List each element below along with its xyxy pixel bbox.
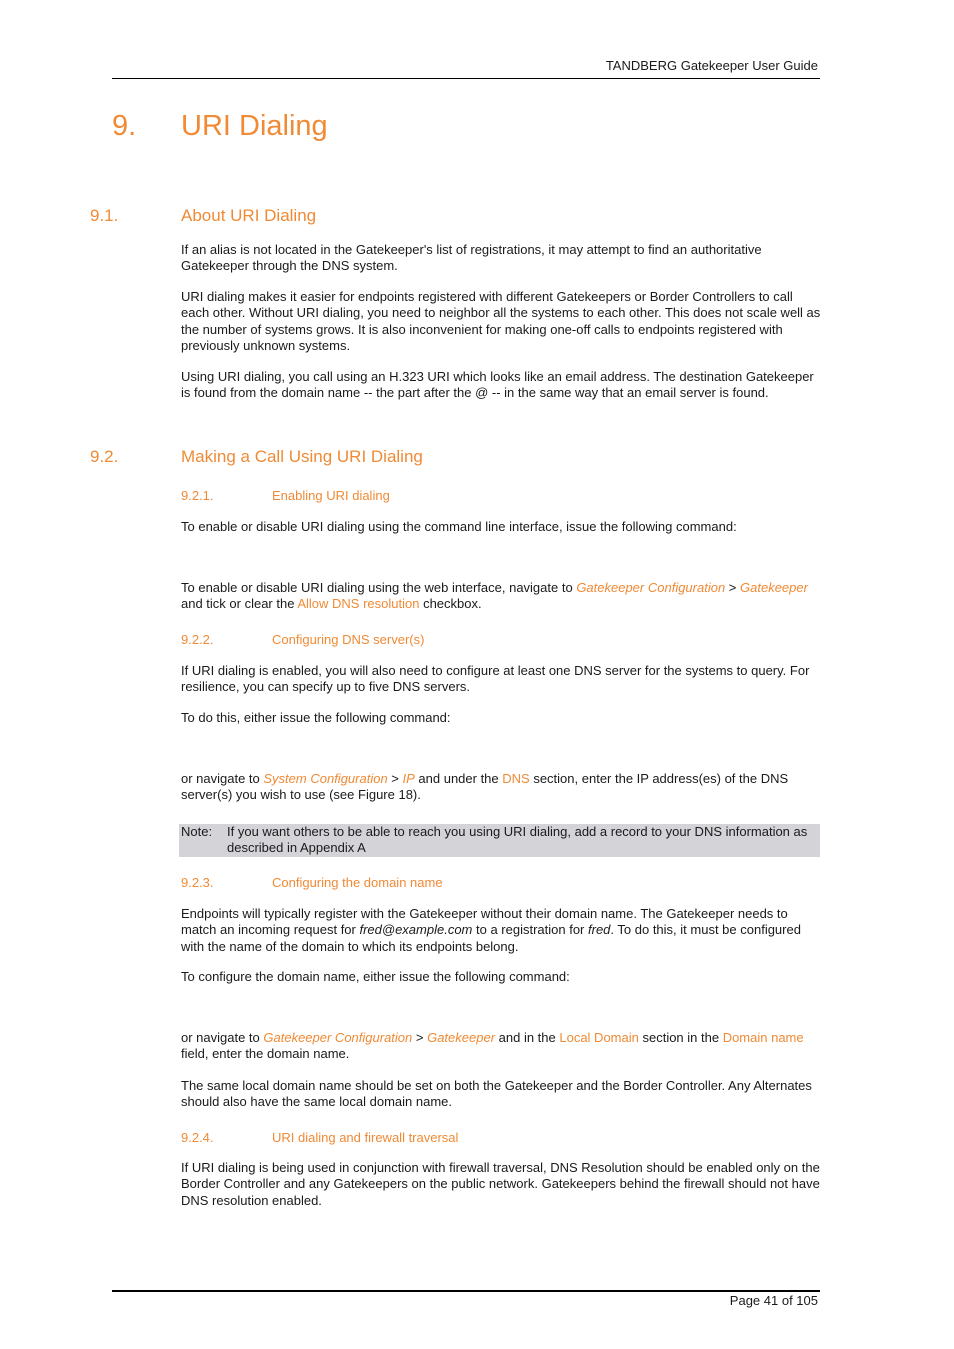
note-text: If you want others to be able to reach y…	[227, 824, 808, 856]
text-run: and under the	[414, 771, 503, 786]
paragraph: Endpoints will typically register with t…	[181, 906, 821, 955]
note-box: Note: If you want others to be able to r…	[179, 824, 820, 857]
paragraph: To enable or disable URI dialing using t…	[181, 519, 737, 534]
emphasis-registration: fred	[588, 922, 611, 938]
paragraph: If an alias is not located in the Gateke…	[181, 242, 762, 274]
subsection-title: URI dialing and firewall traversal	[272, 1130, 459, 1145]
link-gatekeeper[interactable]: Gatekeeper	[740, 580, 808, 595]
subsection-number: 9.2.2.	[181, 632, 214, 647]
subsection-number: 9.2.3.	[181, 875, 214, 890]
link-allow-dns-resolution[interactable]: Allow DNS resolution	[297, 596, 419, 611]
text-run: section in the	[638, 1030, 723, 1045]
subsection-title: Enabling URI dialing	[272, 488, 390, 503]
text-run: checkbox.	[419, 596, 482, 612]
paragraph: URI dialing makes it easier for endpoint…	[181, 289, 821, 354]
paragraph: Using URI dialing, you call using an H.3…	[181, 369, 814, 401]
footer-divider	[112, 1290, 820, 1292]
text-run: to a registration for	[472, 922, 589, 938]
subsection-title: Configuring the domain name	[272, 875, 443, 890]
chapter-number: 9.	[112, 110, 137, 142]
link-gatekeeper[interactable]: Gatekeeper	[427, 1030, 495, 1045]
text-run: and in the	[495, 1030, 560, 1045]
text-run: or navigate to	[181, 771, 264, 786]
link-gatekeeper-configuration[interactable]: Gatekeeper Configuration	[263, 1030, 412, 1045]
text-run: >	[387, 771, 403, 786]
header-divider	[112, 78, 820, 79]
note-label: Note:	[181, 824, 213, 839]
link-domain-name[interactable]: Domain name	[723, 1030, 804, 1045]
text-run: >	[412, 1030, 428, 1045]
paragraph: To configure the domain name, either iss…	[181, 969, 570, 984]
paragraph: To enable or disable URI dialing using t…	[181, 580, 821, 613]
link-ip[interactable]: IP	[403, 771, 415, 786]
page-number: Page 41 of 105	[729, 1293, 818, 1308]
link-dns[interactable]: DNS	[502, 771, 529, 786]
subsection-title: Configuring DNS server(s)	[272, 632, 425, 647]
document-header-title: TANDBERG Gatekeeper User Guide	[605, 58, 818, 73]
section-number: 9.2.	[90, 447, 119, 466]
link-local-domain[interactable]: Local Domain	[559, 1030, 639, 1045]
paragraph: or navigate to System Configuration > IP…	[181, 771, 821, 804]
subsection-number: 9.2.4.	[181, 1130, 214, 1145]
section-number: 9.1.	[90, 206, 119, 225]
paragraph: If URI dialing is enabled, you will also…	[181, 663, 810, 695]
section-title: About URI Dialing	[181, 206, 317, 225]
text-run: field, enter the domain name.	[181, 1046, 350, 1062]
text-run: or navigate to	[181, 1030, 264, 1045]
text-run: To enable or disable URI dialing using t…	[181, 580, 577, 595]
subsection-number: 9.2.1.	[181, 488, 214, 503]
paragraph: The same local domain name should be set…	[181, 1078, 812, 1110]
text-run: and tick or clear the	[181, 596, 298, 612]
paragraph: To do this, either issue the following c…	[181, 710, 451, 725]
paragraph: or navigate to Gatekeeper Configuration …	[181, 1030, 821, 1063]
text-run: >	[725, 580, 741, 595]
chapter-title: URI Dialing	[181, 110, 328, 142]
link-gatekeeper-configuration[interactable]: Gatekeeper Configuration	[576, 580, 725, 595]
emphasis-example-uri: fred@example.com	[359, 922, 473, 938]
paragraph: If URI dialing is being used in conjunct…	[181, 1160, 820, 1208]
section-title: Making a Call Using URI Dialing	[181, 447, 423, 466]
link-system-configuration[interactable]: System Configuration	[263, 771, 387, 786]
